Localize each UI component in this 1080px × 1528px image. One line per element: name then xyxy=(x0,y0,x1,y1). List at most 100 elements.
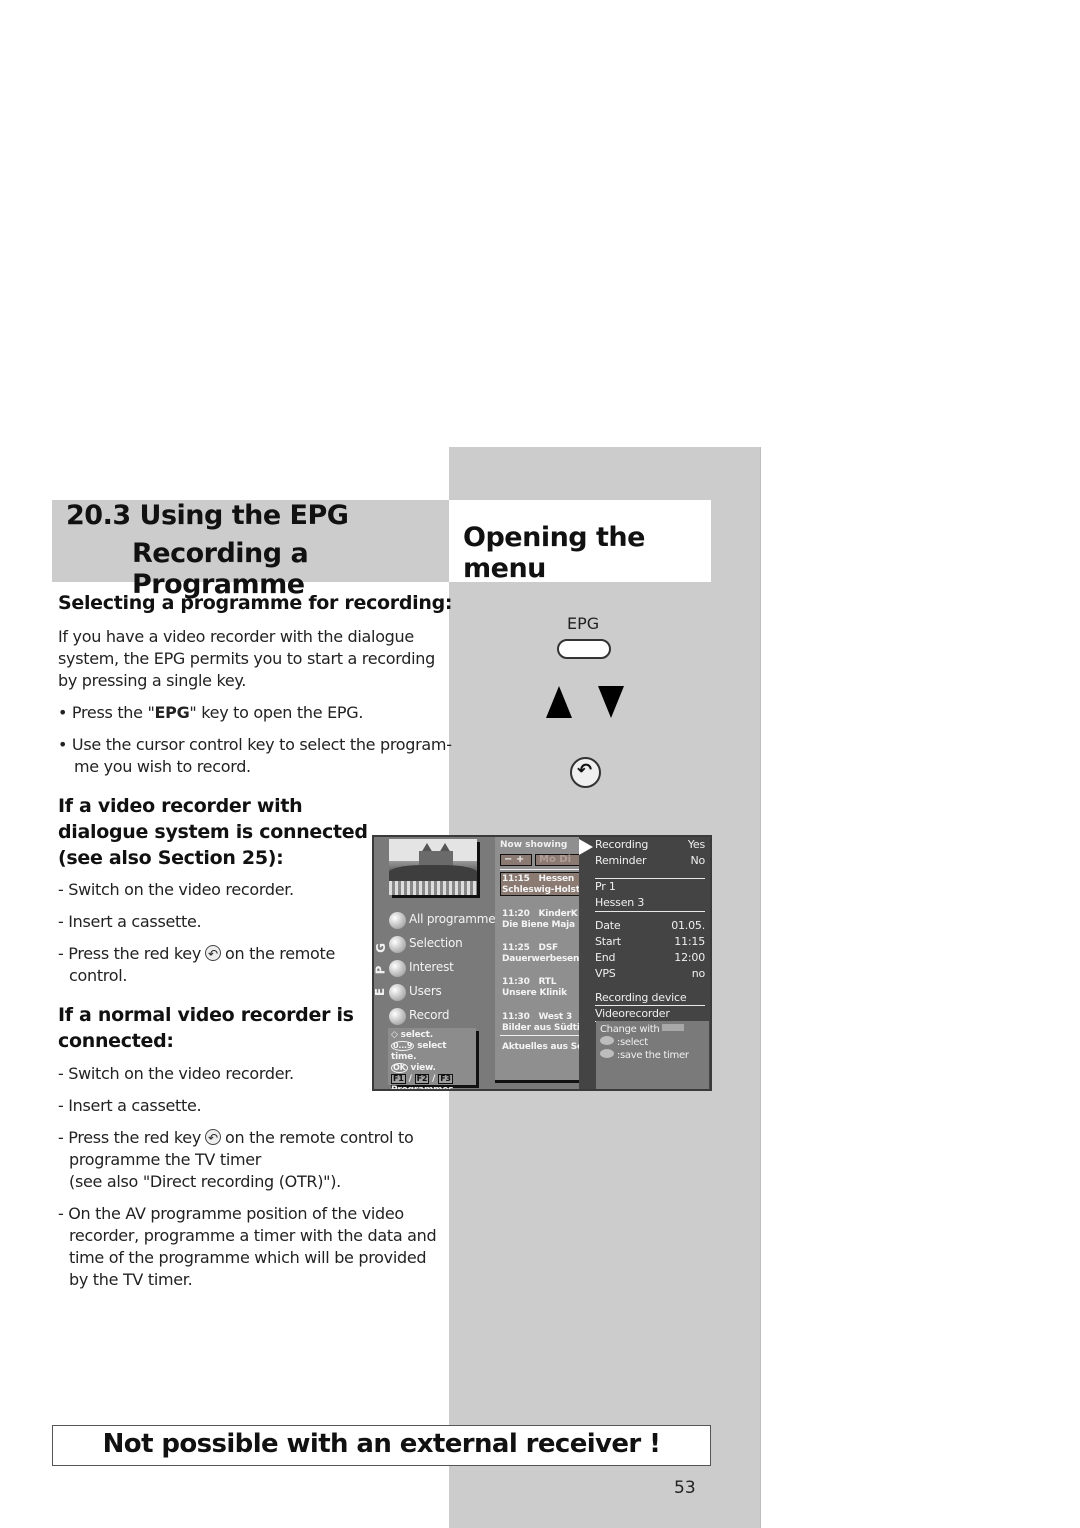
recording-panel: Recording Yes Reminder No Pr 1 Hessen 3 Da… xyxy=(579,837,710,1089)
red-record-key-icon xyxy=(205,1127,222,1149)
panel-help-box: Change with :select :save the timer xyxy=(596,1021,709,1089)
programme-item[interactable]: 11:25 DSF Dauerwerbesendung xyxy=(502,943,585,965)
ok-key-icon: OK xyxy=(391,1063,408,1073)
menu-dot-icon xyxy=(389,936,406,953)
opening-menu-box: Opening the menu xyxy=(449,500,711,584)
channel-name-row: Hessen 3 xyxy=(595,896,645,909)
f1-key-icon: F1 xyxy=(391,1074,406,1084)
programme-title: Schleswig-Holstein xyxy=(502,885,585,895)
menu-dot-icon xyxy=(389,912,406,929)
intro-paragraph: If you have a video recorder with the di… xyxy=(58,626,435,692)
cursor-keys-icon: ◇ xyxy=(391,1030,398,1040)
section-title-box: 20.3 Using the EPG Recording a Programme xyxy=(52,500,449,600)
intro-line: If you have a video recorder with the di… xyxy=(58,627,414,646)
divider xyxy=(500,1035,585,1036)
programme-time: 11:30 xyxy=(502,1012,530,1022)
menu-label: Record xyxy=(409,1008,450,1022)
programme-title: Unsere Klinik xyxy=(502,988,567,998)
help-text: :select xyxy=(616,1037,648,1048)
help-text: view. xyxy=(410,1063,436,1073)
tv-preview-image xyxy=(389,839,477,895)
minus-plus-button[interactable]: − + xyxy=(500,854,532,866)
step-text: - On the AV programme position of the vi… xyxy=(58,1204,404,1223)
step-text: on the remote control to xyxy=(225,1128,414,1147)
heading-selecting-programme: Selecting a programme for recording: xyxy=(58,592,453,614)
reminder-row[interactable]: Reminder No xyxy=(595,854,705,868)
help-line: Change with xyxy=(600,1024,705,1036)
step-av-timer: - On the AV programme position of the vi… xyxy=(58,1203,437,1291)
help-text: select. xyxy=(400,1030,434,1040)
arrow-down-icon xyxy=(598,686,624,718)
programme-time: 11:30 xyxy=(502,977,530,987)
programme-item[interactable]: Aktuelles aus Schleswig xyxy=(502,1042,585,1053)
epg-vertical-letter: P xyxy=(373,965,388,975)
divider xyxy=(595,911,705,912)
minus-plus-key-icon xyxy=(662,1024,685,1031)
programme-item[interactable]: 11:30 West 3 Bilder aus Südtirol xyxy=(502,1012,585,1034)
programme-title: Bilder aus Südtirol xyxy=(502,1023,585,1033)
programme-item[interactable]: 11:20 KinderK Die Biene Maja xyxy=(502,909,585,931)
step-press-red-key-timer: - Press the red key on the remote control… xyxy=(58,1127,414,1193)
epg-help-box: ◇ select. 0...9 select time. OK view. F1… xyxy=(388,1028,476,1089)
step-text: - Press the red key xyxy=(58,1128,202,1147)
programme-channel: DSF xyxy=(538,943,558,953)
step-switch-on: - Switch on the video recorder. xyxy=(58,1064,294,1083)
programme-channel: Hessen xyxy=(538,874,575,884)
menu-label: All programmes xyxy=(409,912,502,926)
step-text: programme the TV timer xyxy=(69,1150,262,1169)
notice-text: Not possible with an external receiver ! xyxy=(102,1429,661,1459)
programme-number-row: Pr 1 xyxy=(595,880,616,893)
section-title: 20.3 Using the EPG xyxy=(66,500,349,531)
row-value: 11:15 xyxy=(674,935,705,948)
arrow-up-icon xyxy=(546,686,572,718)
bullet-text: • Press the " xyxy=(58,703,155,722)
row-value: 12:00 xyxy=(674,951,705,964)
divider xyxy=(500,869,585,870)
menu-dot-icon xyxy=(389,960,406,977)
heading-line: If a normal video recorder is xyxy=(58,1004,354,1026)
row-label: End xyxy=(595,951,616,964)
end-row[interactable]: End 12:00 xyxy=(595,951,705,965)
date-row[interactable]: Date 01.05. xyxy=(595,919,705,933)
programme-time: 11:20 xyxy=(502,909,530,919)
help-line: ◇ select. xyxy=(391,1030,473,1041)
row-label: Reminder xyxy=(595,854,647,867)
opening-menu-title: Opening the menu xyxy=(463,522,645,584)
bullet-press-epg: • Press the "EPG" key to open the EPG. xyxy=(58,702,363,724)
help-text: Change with xyxy=(600,1024,660,1035)
programme-channel: RTL xyxy=(538,977,557,987)
bullet-text: " key to open the EPG. xyxy=(189,703,364,722)
programme-time: 11:15 xyxy=(502,874,530,884)
step-text: recorder, programme a timer with the dat… xyxy=(69,1226,437,1245)
heading-line: If a video recorder with xyxy=(58,795,303,817)
epg-key-label: EPG xyxy=(567,614,600,633)
step-text: - Press the red key xyxy=(58,944,202,963)
recording-row[interactable]: Recording Yes xyxy=(595,838,705,852)
now-showing-label: Now showing xyxy=(500,840,568,850)
programme-time: 11:25 xyxy=(502,943,530,953)
programme-title: Dauerwerbesendung xyxy=(502,954,585,964)
programme-item[interactable]: 11:30 RTL Unsere Klinik xyxy=(502,977,585,999)
step-insert-cassette: - Insert a cassette. xyxy=(58,912,202,931)
pointer-arrow-icon xyxy=(579,839,593,855)
notice-box: Not possible with an external receiver ! xyxy=(52,1425,711,1466)
start-row[interactable]: Start 11:15 xyxy=(595,935,705,949)
menu-dot-icon xyxy=(389,984,406,1001)
divider xyxy=(595,878,705,879)
programme-item[interactable]: 11:15 Hessen Schleswig-Holstein xyxy=(502,874,585,896)
menu-dot-icon xyxy=(389,1008,406,1025)
step-text: by the TV timer. xyxy=(69,1270,193,1289)
cursor-key-icon xyxy=(600,1036,614,1045)
bullet-cursor-select: • Use the cursor control key to select t… xyxy=(58,734,452,778)
divider xyxy=(595,1005,705,1006)
epg-key-name: EPG xyxy=(154,703,190,722)
record-back-key-icon: ↶ xyxy=(570,757,601,788)
ok-key-icon xyxy=(600,1049,614,1058)
vps-row[interactable]: VPS no xyxy=(595,967,705,981)
heading-line: (see also Section 25): xyxy=(58,847,284,869)
recording-device-value[interactable]: Videorecorder xyxy=(595,1007,705,1021)
step-switch-on: - Switch on the video recorder. xyxy=(58,880,294,899)
day-selector[interactable]: Mo Di xyxy=(535,854,585,866)
menu-label: Selection xyxy=(409,936,463,950)
bullet-text: me you wish to record. xyxy=(74,757,251,776)
